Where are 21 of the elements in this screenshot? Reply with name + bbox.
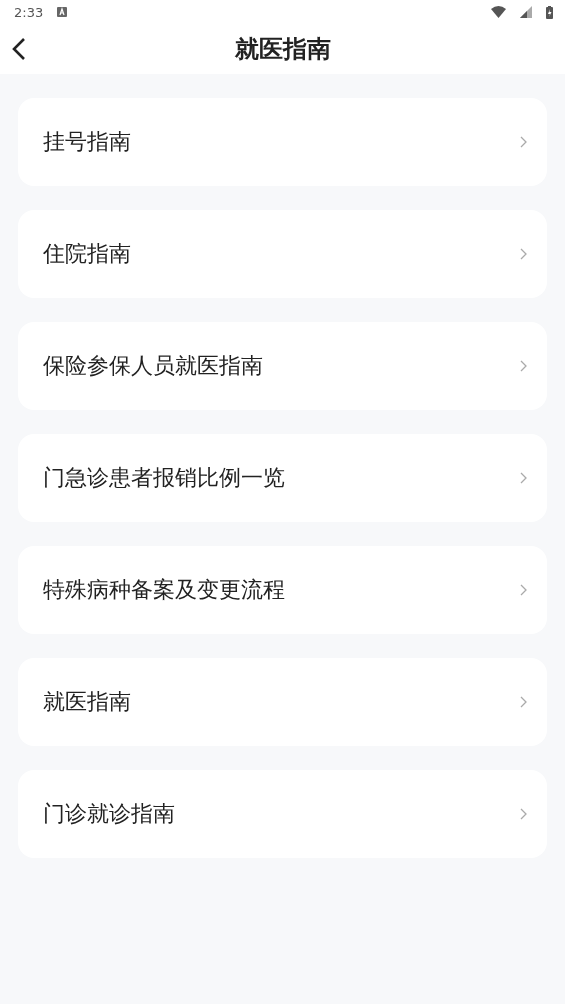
chevron-icon — [520, 136, 527, 148]
guide-item[interactable]: 特殊病种备案及变更流程 — [18, 546, 547, 634]
battery-icon — [546, 5, 553, 19]
chevron-icon — [520, 248, 527, 260]
guide-item[interactable]: 挂号指南 — [18, 98, 547, 186]
guide-item[interactable]: 门诊就诊指南 — [18, 770, 547, 858]
back-icon[interactable] — [10, 37, 28, 61]
guide-item[interactable]: 住院指南 — [18, 210, 547, 298]
chevron-icon — [520, 360, 527, 372]
chevron-icon — [520, 808, 527, 820]
chevron-icon — [520, 696, 527, 708]
page-title: 就医指南 — [234, 34, 331, 65]
guide-item[interactable]: 就医指南 — [18, 658, 547, 746]
guide-item[interactable]: 保险参保人员就医指南 — [18, 322, 547, 410]
notification-icon — [57, 7, 68, 17]
signal-icon — [520, 6, 532, 18]
guide-item[interactable]: 门急诊患者报销比例一览 — [18, 434, 547, 522]
wifi-icon — [491, 6, 506, 18]
chevron-icon — [520, 584, 527, 596]
status-time: 2:33 — [14, 4, 44, 20]
chevron-icon — [520, 472, 527, 484]
